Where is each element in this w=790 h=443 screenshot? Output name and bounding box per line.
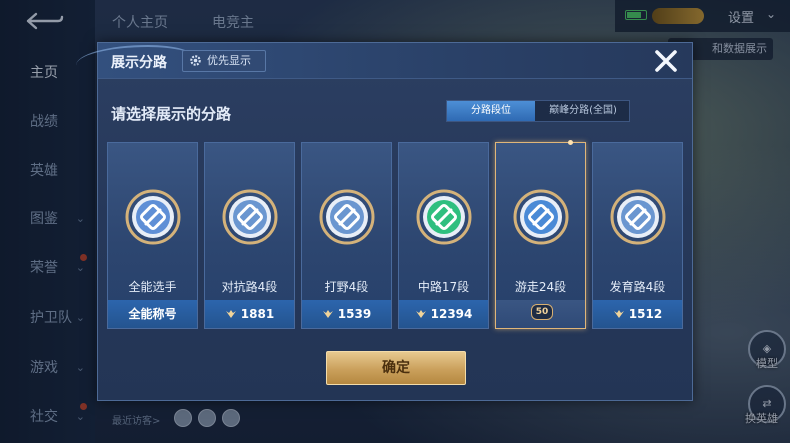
priority-display-label: 优先显示 [207,54,251,67]
lane-role-label: 全能选手 [128,280,177,294]
lane-tabs: 分路段位 巅峰分路(全国) [446,100,630,122]
rank-points-value: 1512 [628,307,663,321]
lane-emblem-icon [222,189,278,245]
lane-emblem-icon [513,189,569,245]
lane-card[interactable]: 游走24段 50 [495,140,586,329]
lane-card-footer: 1512 [593,300,682,328]
lane-role-label: 对抗路4段 [221,280,278,294]
lane-card-footer: 全能称号 [108,300,197,328]
lane-card-footer: 1539 [302,300,391,328]
priority-display-button[interactable]: 优先显示 [182,50,266,72]
lane-card[interactable]: 打野4段 1539 [301,142,392,329]
rank-points-value: 1539 [337,307,372,321]
lane-card-footer-label: 全能称号 [128,307,177,321]
lane-card[interactable]: 中路17段 12394 [398,142,489,329]
modal-title: 展示分路 [111,55,167,71]
modal-header: 展示分路 优先显示 [76,43,692,79]
lane-emblem-icon [416,189,472,245]
rank-points-icon [613,310,624,318]
rank-points-value: 12394 [430,307,473,321]
close-button[interactable] [653,48,679,74]
section-title: 请选择展示的分路 [111,105,232,123]
lane-emblem-icon [125,189,181,245]
confirm-button[interactable]: 确定 [326,351,466,385]
rank-points-icon [225,310,236,318]
lane-role-label: 发育路4段 [609,280,666,294]
lane-role-label: 中路17段 [417,280,470,294]
lane-role-label: 游走24段 [514,280,567,294]
lane-card[interactable]: 全能选手 全能称号 [107,142,198,329]
selected-corner-icon [568,140,573,145]
rank-points-value: 1881 [240,307,275,321]
lane-card[interactable]: 发育路4段 1512 [592,142,683,329]
lane-role-label: 打野4段 [324,280,369,294]
tab-lane-rank[interactable]: 分路段位 [447,101,535,121]
close-icon [655,50,677,72]
lane-card[interactable]: 对抗路4段 1881 [204,142,295,329]
rank-star-badge: 50 [531,304,553,320]
lane-emblem-icon [610,189,666,245]
tab-peak-lane[interactable]: 巅峰分路(全国) [537,101,629,121]
gear-icon [190,55,201,66]
lane-emblem-icon [319,189,375,245]
lane-card-footer: 50 [496,300,585,328]
lane-card-footer: 1881 [205,300,294,328]
lane-card-footer: 12394 [399,300,488,328]
rank-points-icon [322,310,333,318]
lane-display-modal: 展示分路 优先显示 请选择展示的分路 分路段位 巅峰分路(全国) 全能选手全能称… [76,42,693,401]
rank-points-icon [415,310,426,318]
